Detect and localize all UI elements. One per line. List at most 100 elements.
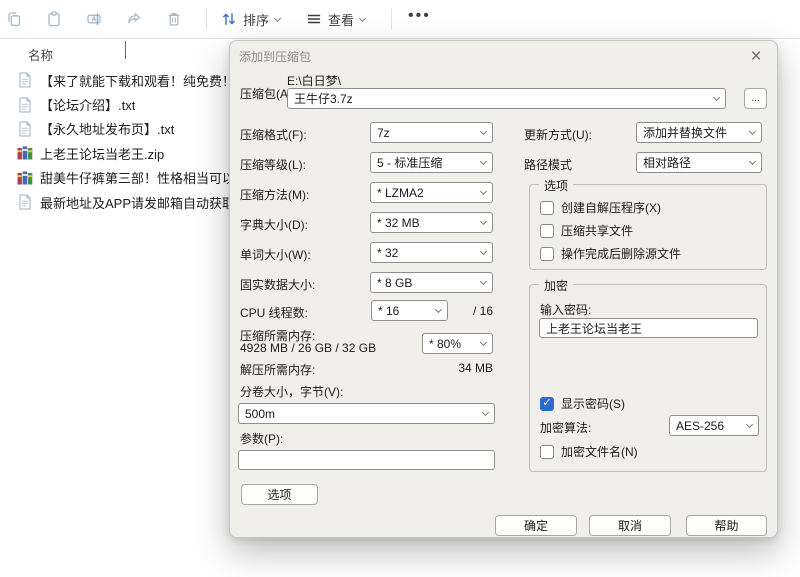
memory-usage-combobox[interactable]: * 80% <box>422 333 493 354</box>
word-size-value: * 32 <box>377 246 398 260</box>
path-mode-combobox[interactable]: 相对路径 <box>636 152 762 173</box>
checkbox-box <box>540 445 554 459</box>
toolbar-separator <box>206 8 207 30</box>
chevron-down-icon <box>749 158 756 165</box>
show-password-checkbox[interactable]: ✓ 显示密码(S) <box>540 395 625 412</box>
close-button[interactable]: × <box>740 44 772 70</box>
file-name: 【论坛介绍】.txt <box>40 95 135 114</box>
sort-arrows-icon <box>221 11 237 27</box>
more-options-button[interactable]: ••• <box>408 7 431 31</box>
create-sfx-checkbox[interactable]: 创建自解压程序(X) <box>540 199 661 216</box>
text-file-icon <box>17 97 33 113</box>
solid-block-combobox[interactable]: * 8 GB <box>370 272 493 293</box>
view-label: 查看 <box>328 10 354 29</box>
compress-shared-label: 压缩共享文件 <box>561 222 633 239</box>
cancel-button[interactable]: 取消 <box>589 515 671 536</box>
chevron-down-icon <box>480 128 487 135</box>
share-button[interactable] <box>126 11 142 27</box>
password-input[interactable] <box>539 318 758 338</box>
compress-shared-checkbox[interactable]: 压缩共享文件 <box>540 222 633 239</box>
chevron-up-icon <box>125 41 126 59</box>
sort-button[interactable]: 排序 <box>221 10 280 29</box>
parameters-label: 参数(P): <box>240 430 283 447</box>
rename-icon <box>86 11 102 27</box>
delete-button[interactable] <box>166 11 182 27</box>
parameters-input[interactable] <box>238 450 495 470</box>
view-button[interactable]: 查看 <box>306 10 365 29</box>
delete-after-checkbox[interactable]: 操作完成后删除源文件 <box>540 245 681 262</box>
cpu-threads-combobox[interactable]: * 16 <box>371 300 448 321</box>
list-item[interactable]: 上老王论坛当老王.zip <box>0 141 232 165</box>
list-item[interactable]: 最新地址及APP请发邮箱自动获取！！！... <box>0 190 232 214</box>
chevron-down-icon <box>746 421 753 428</box>
encryption-groupbox: 加密 输入密码: ✓ 显示密码(S) 加密算法: AES-256 加密文件名(N… <box>529 284 767 472</box>
copy-button[interactable] <box>6 11 22 27</box>
chevron-down-icon <box>480 188 487 195</box>
text-file-icon <box>17 72 33 88</box>
dialog-title: 添加到压缩包 <box>239 48 311 65</box>
volume-size-label: 分卷大小，字节(V): <box>240 383 343 400</box>
options-button[interactable]: 选项 <box>241 484 318 505</box>
show-password-label: 显示密码(S) <box>561 395 625 412</box>
solid-block-value: * 8 GB <box>377 276 412 290</box>
method-value: * LZMA2 <box>377 186 424 200</box>
checkbox-box <box>540 247 554 261</box>
chevron-down-icon <box>480 218 487 225</box>
memory-decompress-value: 34 MB <box>370 361 493 375</box>
encryption-method-value: AES-256 <box>676 419 724 433</box>
explorer-toolbar: 排序 查看 ••• <box>0 0 800 39</box>
path-mode-label: 路径模式 <box>524 156 572 173</box>
options-groupbox: 选项 创建自解压程序(X) 压缩共享文件 操作完成后删除源文件 <box>529 184 767 270</box>
chevron-down-icon <box>480 158 487 165</box>
cpu-threads-max: / 16 <box>473 304 493 318</box>
level-label: 压缩等级(L): <box>240 156 306 173</box>
update-mode-label: 更新方式(U): <box>524 126 592 143</box>
archive-label: 压缩包(A) <box>240 85 292 102</box>
encryption-group-title: 加密 <box>539 277 573 294</box>
chevron-down-icon <box>435 306 442 313</box>
column-header-name[interactable]: 名称 <box>28 45 53 64</box>
help-button[interactable]: 帮助 <box>686 515 767 536</box>
screen: 排序 查看 ••• 名称 【来了就能下载和观看！纯免费！】.txt 【论坛介绍】… <box>0 0 800 577</box>
method-combobox[interactable]: * LZMA2 <box>370 182 493 203</box>
archive-name-combobox[interactable]: 王牛仔3.7z <box>287 88 726 109</box>
share-icon <box>126 11 142 27</box>
update-mode-value: 添加并替换文件 <box>643 124 727 141</box>
winrar-archive-icon <box>17 145 33 161</box>
level-value: 5 - 标准压缩 <box>377 154 442 171</box>
word-size-combobox[interactable]: * 32 <box>370 242 493 263</box>
sort-ascending-caret[interactable] <box>125 42 126 60</box>
list-item[interactable]: 【论坛介绍】.txt <box>0 92 232 116</box>
level-combobox[interactable]: 5 - 标准压缩 <box>370 152 493 173</box>
dictionary-combobox[interactable]: * 32 MB <box>370 212 493 233</box>
format-combobox[interactable]: 7z <box>370 122 493 143</box>
cpu-threads-value: * 16 <box>378 304 399 318</box>
encrypt-filenames-label: 加密文件名(N) <box>561 443 638 460</box>
encrypt-filenames-checkbox[interactable]: 加密文件名(N) <box>540 443 638 460</box>
volume-size-combobox[interactable]: 500m <box>238 403 495 424</box>
file-name: 最新地址及APP请发邮箱自动获取！！！... <box>40 193 232 212</box>
archive-name-value: 王牛仔3.7z <box>294 90 353 107</box>
toolbar-separator <box>391 8 392 30</box>
update-mode-combobox[interactable]: 添加并替换文件 <box>636 122 762 143</box>
volume-size-value: 500m <box>245 407 275 421</box>
file-name: 【永久地址发布页】.txt <box>40 119 174 138</box>
format-value: 7z <box>377 126 390 140</box>
paste-button[interactable] <box>46 11 62 27</box>
solid-block-label: 固实数据大小: <box>240 276 315 293</box>
chevron-down-icon <box>480 248 487 255</box>
word-size-label: 单词大小(W): <box>240 246 311 263</box>
list-item[interactable]: 【来了就能下载和观看！纯免费！】.txt <box>0 68 232 92</box>
rename-button[interactable] <box>86 11 102 27</box>
password-label: 输入密码: <box>540 301 591 318</box>
list-item[interactable]: 甜美牛仔裤第三部！性格相当可以60b16.. <box>0 166 232 190</box>
list-item[interactable]: 【永久地址发布页】.txt <box>0 117 232 141</box>
memory-decompress-label: 解压所需内存: <box>240 361 315 378</box>
checkbox-box <box>540 201 554 215</box>
chevron-down-icon <box>359 14 366 21</box>
browse-button[interactable]: ... <box>744 88 767 109</box>
encryption-method-combobox[interactable]: AES-256 <box>669 415 759 436</box>
sort-label: 排序 <box>243 10 269 29</box>
ok-button[interactable]: 确定 <box>495 515 577 536</box>
add-to-archive-dialog: 添加到压缩包 × 压缩包(A) E:\白日梦\ 王牛仔3.7z ... 压缩格式… <box>229 40 778 538</box>
